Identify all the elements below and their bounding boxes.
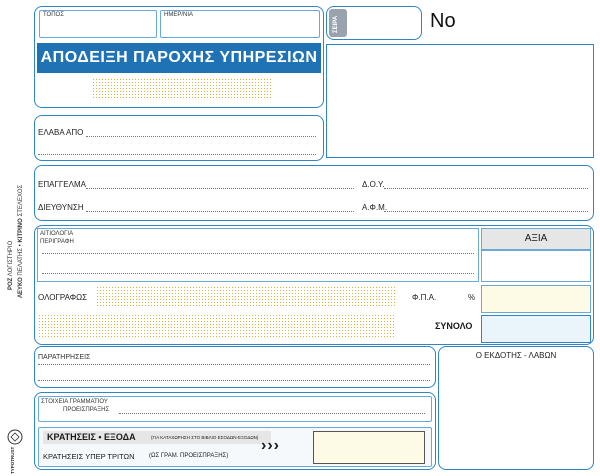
withholdings-note: (ΓΙΑ ΚΑΤΑΧΩΡΗΣΗ ΣΤΟ ΒΙΒΛΙΟ ΕΣΟΔΩΝ-ΕΞΟΔΩΝ…	[151, 435, 259, 440]
payer-details-block	[34, 165, 594, 221]
issuer-stamp-area	[92, 78, 272, 100]
profession-line[interactable]	[86, 188, 354, 189]
issuer-receiver-label: Ο ΕΚΔΟΤΗΣ - ΛΑΒΩΝ	[475, 351, 557, 360]
copy-text-accounting: ΛΟΓΙΣΤΗΡΙΟ	[8, 240, 14, 277]
remarks-label: ΠΑΡΑΤΗΡΗΣΕΙΣ	[38, 354, 91, 361]
copies-line-1: ΡΟΖ ΛΟΓΙΣΤΗΡΙΟ	[8, 241, 14, 290]
date-label: ΗΜΕΡ/ΝΙΑ	[164, 12, 194, 18]
in-words-field[interactable]	[96, 286, 396, 308]
copy-text-stub: ΣΤΕΛΕΧΟΣ	[18, 184, 24, 217]
in-words-field-2[interactable]	[38, 314, 396, 338]
copy-text-customer: ΠΕΛΑΤΗΣ	[18, 247, 24, 276]
issuer-details-box	[326, 44, 594, 158]
brand-emblem-icon	[7, 429, 23, 445]
received-from-line-1[interactable]	[86, 136, 316, 137]
received-from-label: ΕΛΑΒΑ ΑΠΟ	[38, 128, 84, 137]
address-label: ΔΙΕΥΘΥΝΣΗ	[38, 203, 84, 212]
prepayment-label: ΠΡΟΕΙΣΠΡΑΞΗΣ	[63, 407, 110, 413]
copy-bullet: •	[18, 244, 24, 247]
third-party-label: ΚΡΑΤΗΣΕΙΣ ΥΠΕΡ ΤΡΙΤΩΝ	[43, 452, 135, 461]
receipt-number-label: No	[430, 10, 456, 32]
series-field[interactable]: ΣΕΙΡΑ	[326, 6, 422, 40]
tax-office-line[interactable]	[384, 188, 588, 189]
remarks-line-2[interactable]	[38, 380, 430, 381]
withholdings-amount-field[interactable]	[313, 431, 425, 464]
address-line[interactable]	[86, 211, 354, 212]
reason-line-1	[42, 253, 474, 254]
vat-number-line[interactable]	[384, 211, 588, 212]
series-label: ΣΕΙΡΑ	[333, 15, 339, 33]
remarks-block	[34, 346, 436, 388]
value-field[interactable]	[481, 250, 591, 282]
description-label: ΠΕΡΙΓΡΑΦΗ	[40, 239, 74, 245]
copy-prefix-white: ΛΕΥΚΟ	[18, 277, 24, 298]
reason-line-2	[42, 273, 474, 274]
third-party-note: (ΩΣ ΓΡΑΜ. ΠΡΟΕΙΣΠΡΑΞΗΣ)	[149, 453, 229, 459]
copies-line-2: ΛΕΥΚΟ ΠΕΛΑΤΗΣ • ΚΙΤΡΙΝΟ ΣΤΕΛΕΧΟΣ	[18, 185, 24, 298]
total-field[interactable]	[481, 315, 591, 343]
arrows-icon: ›››	[261, 437, 280, 454]
issuer-receiver-block: Ο ΕΚΔΟΤΗΣ - ΛΑΒΩΝ	[438, 346, 594, 470]
vat-percent-sign: %	[468, 293, 476, 302]
vat-label: Φ.Π.Α.	[412, 293, 437, 302]
in-words-label: ΟΛΟΓΡΑΦΩΣ	[38, 293, 88, 302]
withholdings-area: ΚΡΑΤΗΣΕΙΣ • ΕΞΟΔΑ (ΓΙΑ ΚΑΤΑΧΩΡΗΣΗ ΣΤΟ ΒΙ…	[38, 427, 432, 467]
document-title-bar: ΑΠΟΔΕΙΞΗ ΠΑΡΟΧΗΣ ΥΠΗΡΕΣΙΩΝ	[37, 43, 321, 73]
reason-label: ΑΙΤΙΟΛΟΓΙΑ	[40, 231, 74, 237]
value-header: ΑΞΙΑ	[524, 233, 548, 244]
tax-office-label: Δ.Ο.Υ.	[362, 180, 385, 189]
copy-prefix-pink: ΡΟΖ	[8, 277, 14, 290]
date-field[interactable]: ΗΜΕΡ/ΝΙΑ	[160, 10, 320, 38]
place-label: ΤΟΠΟΣ	[43, 12, 64, 18]
value-header-cell: ΑΞΙΑ	[481, 228, 591, 250]
total-label: ΣΥΝΟΛΟ	[435, 321, 473, 331]
secretary-label: ΣΤΟΙΧΕΙΑ ΓΡΑΜΜΑΤΙΟΥ	[41, 399, 108, 405]
copies-legend: ΡΟΖ ΛΟΓΙΣΤΗΡΙΟ ΛΕΥΚΟ ΠΕΛΑΤΗΣ • ΚΙΤΡΙΝΟ Σ…	[2, 180, 32, 300]
copy-prefix-yellow: ΚΙΤΡΙΝΟ	[18, 218, 24, 243]
brand-logo: TYPOTRUST	[6, 428, 24, 474]
reason-field[interactable]: ΑΙΤΙΟΛΟΓΙΑ ΠΕΡΙΓΡΑΦΗ	[37, 228, 479, 282]
brand-name: TYPOTRUST	[10, 446, 15, 474]
document-title: ΑΠΟΔΕΙΞΗ ΠΑΡΟΧΗΣ ΥΠΗΡΕΣΙΩΝ	[40, 49, 318, 66]
remarks-line-1[interactable]	[38, 364, 430, 365]
secretary-line	[119, 413, 425, 414]
place-field[interactable]: ΤΟΠΟΣ	[39, 10, 157, 38]
series-tab: ΣΕΙΡΑ	[329, 9, 347, 37]
secretary-field[interactable]: ΣΤΟΙΧΕΙΑ ΓΡΑΜΜΑΤΙΟΥ ΠΡΟΕΙΣΠΡΑΞΗΣ	[38, 396, 432, 422]
vat-amount-field[interactable]	[481, 285, 591, 313]
received-from-line-2[interactable]	[38, 154, 316, 155]
profession-label: ΕΠΑΓΓΕΛΜΑ	[38, 180, 86, 189]
withholdings-label: ΚΡΑΤΗΣΕΙΣ • ΕΞΟΔΑ	[47, 432, 136, 442]
